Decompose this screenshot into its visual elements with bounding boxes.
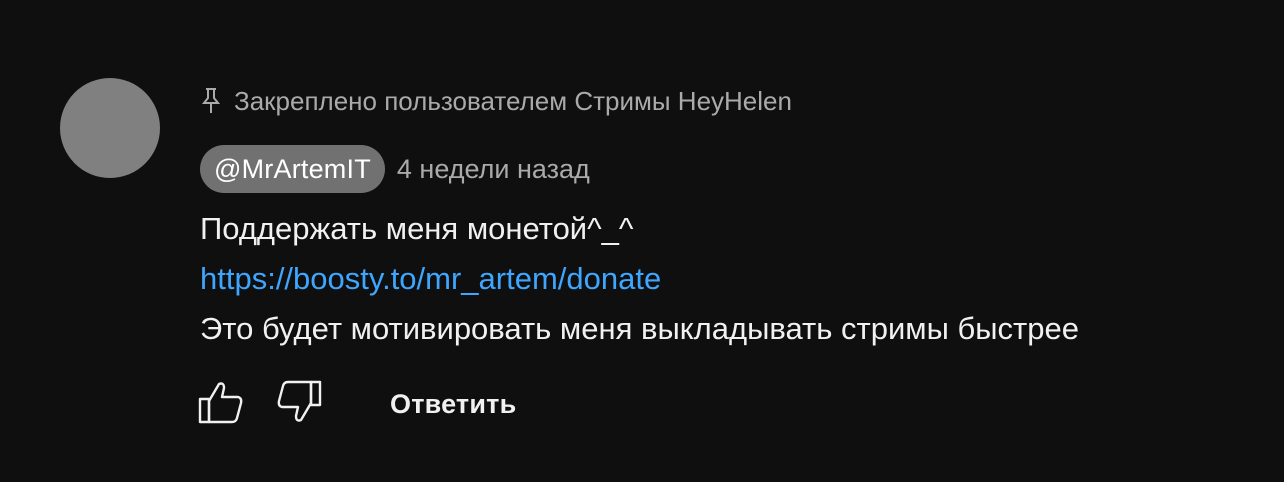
comment-line: Это будет мотивировать меня выкладывать … — [200, 311, 1079, 346]
comment-line: Поддержать меня монетой^_^ — [200, 211, 634, 246]
reply-button[interactable]: Ответить — [390, 389, 516, 420]
pinned-indicator: Закреплено пользователем Стримы HeyHelen — [200, 84, 792, 118]
pinned-label: Закреплено пользователем Стримы HeyHelen — [234, 85, 792, 116]
like-button[interactable] — [196, 379, 246, 429]
avatar[interactable] — [60, 78, 160, 178]
comment-actions: Ответить — [196, 378, 516, 430]
author-name[interactable]: @MrArtemIT — [200, 145, 385, 193]
pin-icon — [200, 86, 222, 116]
comment-header: @MrArtemIT 4 недели назад — [200, 145, 590, 193]
donate-link[interactable]: https://boosty.to/mr_artem/donate — [200, 254, 1079, 304]
comment-timestamp[interactable]: 4 недели назад — [397, 154, 590, 185]
comment-body: Поддержать меня монетой^_^ https://boost… — [200, 204, 1079, 354]
thumbs-down-icon — [275, 378, 323, 431]
dislike-button[interactable] — [274, 379, 324, 429]
thumbs-up-icon — [197, 378, 245, 431]
pinned-comment: Закреплено пользователем Стримы HeyHelen… — [0, 0, 1284, 482]
